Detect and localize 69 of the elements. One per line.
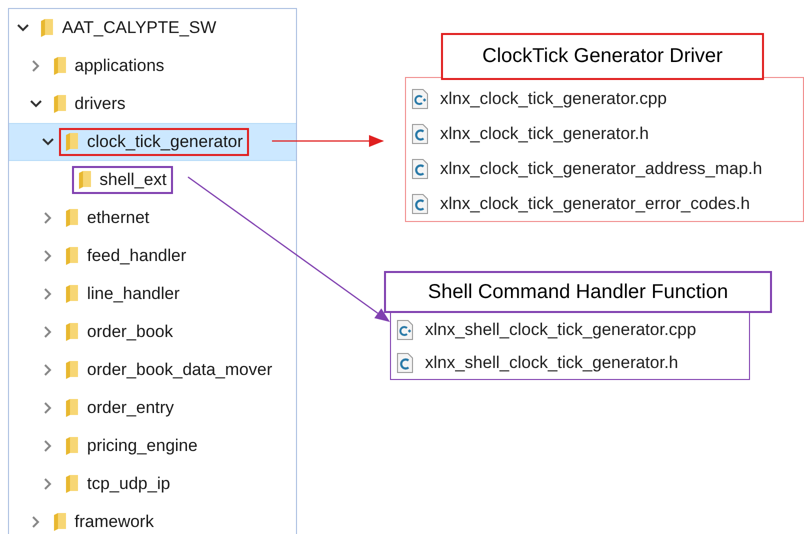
chevron-right-icon[interactable] xyxy=(44,212,52,224)
tree-item[interactable]: pricing_engine xyxy=(9,427,296,465)
c-file-icon xyxy=(412,158,428,179)
file-name: xlnx_shell_clock_tick_generator.h xyxy=(425,352,678,372)
callout-title: ClockTick Generator Driver xyxy=(441,33,764,80)
tree-item[interactable]: order_entry xyxy=(9,389,296,427)
tree-item[interactable]: clock_tick_generator xyxy=(9,123,296,161)
c-file-icon xyxy=(412,194,428,214)
folder-icon xyxy=(65,132,79,152)
file-name: xlnx_clock_tick_generator_address_map.h xyxy=(440,158,762,179)
tree-item[interactable]: AAT_CALYPTE_SW xyxy=(9,9,296,47)
folder-icon xyxy=(52,94,66,114)
file-name: xlnx_clock_tick_generator_error_codes.h xyxy=(440,194,750,214)
folder-label: shell_ext xyxy=(100,170,167,190)
c-file-icon xyxy=(397,320,413,340)
folder-label: ethernet xyxy=(87,208,150,228)
tree-item[interactable]: tcp_udp_ip xyxy=(9,465,296,503)
folder-icon xyxy=(40,18,54,38)
chevron-right-icon[interactable] xyxy=(32,516,40,528)
folder-label: pricing_engine xyxy=(87,436,198,456)
file-name: xlnx_shell_clock_tick_generator.cpp xyxy=(425,320,696,340)
chevron-right-icon[interactable] xyxy=(44,326,52,338)
c-file-icon xyxy=(412,124,428,144)
tree-item[interactable]: ethernet xyxy=(9,199,296,237)
folder-label: AAT_CALYPTE_SW xyxy=(62,18,216,38)
folder-icon xyxy=(65,360,79,380)
folder-icon xyxy=(65,246,79,266)
file-name: xlnx_clock_tick_generator.cpp xyxy=(440,89,667,110)
folder-label: feed_handler xyxy=(87,246,186,266)
folder-icon xyxy=(65,322,79,342)
tree-item[interactable]: order_book xyxy=(9,313,296,351)
chevron-right-icon[interactable] xyxy=(44,288,52,300)
folder-icon xyxy=(52,56,66,76)
chevron-down-icon[interactable] xyxy=(30,100,42,108)
tree-item[interactable]: feed_handler xyxy=(9,237,296,275)
tree-item[interactable]: order_book_data_mover xyxy=(9,351,296,389)
callout-title: Shell Command Handler Function xyxy=(384,271,772,313)
folder-label: clock_tick_generator xyxy=(87,132,243,152)
file-name: xlnx_clock_tick_generator.h xyxy=(440,124,649,144)
chevron-right-icon[interactable] xyxy=(44,478,52,490)
chevron-right-icon[interactable] xyxy=(44,364,52,376)
tree-item[interactable]: applications xyxy=(9,47,296,85)
tree-item[interactable]: drivers xyxy=(9,85,296,123)
folder-label: order_book xyxy=(87,322,174,342)
folder-label: drivers xyxy=(74,94,126,114)
folder-icon xyxy=(65,284,79,304)
chevron-down-icon[interactable] xyxy=(42,138,54,146)
tree-item[interactable]: framework xyxy=(9,503,296,534)
chevron-right-icon[interactable] xyxy=(32,60,40,72)
chevron-right-icon[interactable] xyxy=(44,440,52,452)
folder-icon xyxy=(52,512,66,532)
folder-label: order_book_data_mover xyxy=(87,360,272,380)
c-file-icon xyxy=(412,89,428,110)
chevron-right-icon[interactable] xyxy=(44,250,52,262)
folder-label: tcp_udp_ip xyxy=(87,474,170,494)
chevron-down-icon[interactable] xyxy=(17,24,29,32)
chevron-right-icon[interactable] xyxy=(44,402,52,414)
c-file-icon xyxy=(397,352,413,372)
folder-icon xyxy=(65,474,79,494)
folder-label: applications xyxy=(74,56,164,76)
folder-icon xyxy=(65,436,79,456)
tree-item[interactable]: line_handler xyxy=(9,275,296,313)
folder-icon xyxy=(65,398,79,418)
folder-icon xyxy=(78,170,92,190)
folder-label: framework xyxy=(74,512,154,532)
folder-label: line_handler xyxy=(87,284,180,304)
folder-icon xyxy=(65,208,79,228)
folder-label: order_entry xyxy=(87,398,174,418)
tree-item[interactable]: shell_ext xyxy=(9,161,296,199)
